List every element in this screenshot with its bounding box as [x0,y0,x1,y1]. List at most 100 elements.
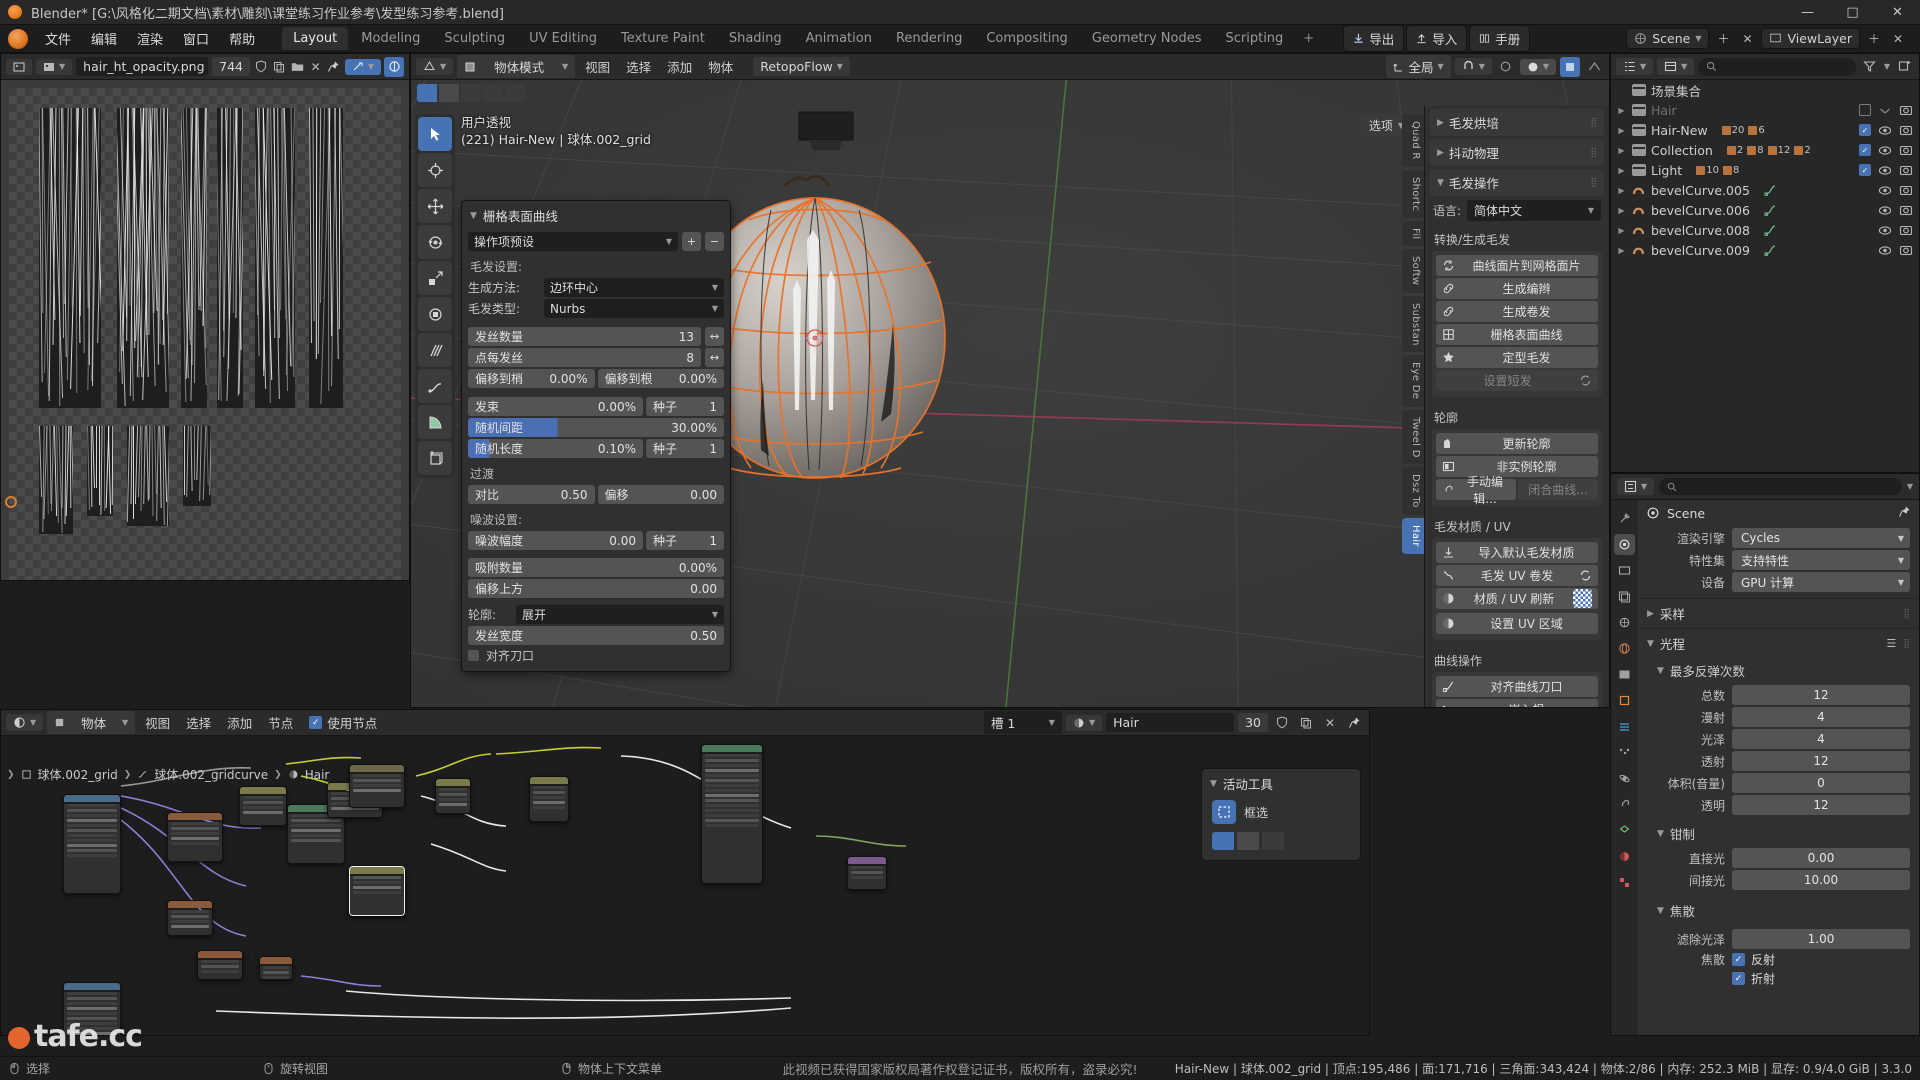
eye-icon[interactable] [1878,225,1892,236]
tool-transform[interactable] [418,297,452,331]
eye-icon[interactable] [1878,165,1892,176]
bounce-field[interactable]: 12 [1732,795,1910,815]
caustics-reflective-toggle[interactable]: ✓ 反射 [1732,951,1910,968]
outliner-checkbox[interactable]: ✓ [1859,164,1871,176]
workspace-tab-scripting[interactable]: Scripting [1214,27,1294,50]
operator-panel-title-row[interactable]: ▼ 栅格表面曲线 [462,201,730,230]
disclosure-triangle-icon[interactable]: ▶ [1617,166,1626,175]
ptab-viewlayer[interactable] [1614,586,1635,607]
viewport-menu-object[interactable]: 物体 [702,55,739,78]
shader-node[interactable] [63,794,121,894]
editor-type-selector-viewport[interactable]: ▼ [416,58,453,75]
npanel-tab-tweeld[interactable]: Tweel D [1402,410,1424,465]
outliner-scene-collection-row[interactable]: 场景集合 [1611,80,1919,100]
strand-width-field[interactable]: 发丝宽度 0.50 [468,626,724,645]
material-browse-button[interactable]: ▼ [1066,715,1102,731]
new-viewlayer-button[interactable]: ＋ [1864,29,1884,49]
transform-orientation-selector[interactable]: 全局 ▼ [1386,55,1451,78]
copy-icon[interactable] [272,57,286,77]
workspace-tab-rendering[interactable]: Rendering [885,27,973,50]
shader-node[interactable] [847,856,887,890]
camera-icon[interactable] [1899,144,1913,156]
unlink-image-button[interactable]: ✕ [309,57,323,77]
editor-type-selector[interactable] [6,59,32,75]
ptab-modifier[interactable] [1614,716,1635,737]
properties-search-input[interactable] [1659,478,1902,495]
tool-rotate[interactable] [418,225,452,259]
ptab-particles[interactable] [1614,742,1635,763]
image-users-count[interactable]: 744 [212,57,250,76]
offset-above-field[interactable]: 偏移上方 0.00 [468,579,724,598]
viewlayer-selector[interactable]: ViewLayer [1761,28,1860,49]
btn-embed-root[interactable]: 嵌入根 [1436,699,1598,707]
menu-render[interactable]: 渲染 [128,26,172,51]
bounce-field[interactable]: 12 [1732,685,1910,705]
ptab-data[interactable] [1614,820,1635,841]
workspace-tab-sculpting[interactable]: Sculpting [433,27,516,50]
npanel-tab-softw[interactable]: Softw [1402,249,1424,292]
proportional-edit-toggle[interactable] [1496,57,1516,77]
node-canvas[interactable]: ❯ 球体.002_grid ❯ 球体.002_gridcurve ❯ Hair [1,736,1369,1035]
align-blade-checkbox[interactable] [468,650,479,661]
btn-shape-hair[interactable]: 定型毛发 [1436,347,1598,368]
tool-cursor[interactable] [418,153,452,187]
workspace-tab-layout[interactable]: Layout [282,27,348,50]
filter-icon[interactable] [1860,57,1880,77]
preset-menu-icon[interactable]: ☰ [1887,637,1897,650]
eye-icon[interactable] [1878,185,1892,196]
btn-manual-edit[interactable]: 手动编辑... [1436,479,1516,500]
snap-toggle[interactable]: ▼ [1455,58,1492,75]
scene-selector[interactable]: Scene ▼ [1626,28,1709,49]
breadcrumb-item-0[interactable]: 球体.002_grid [38,766,118,783]
contrast-field[interactable]: 对比 0.50 [468,485,595,504]
disclosure-triangle-icon[interactable]: ▶ [1617,146,1626,155]
node-menu-node[interactable]: 节点 [262,711,299,734]
caustics-refractive-toggle[interactable]: ✓ 折射 [1732,970,1910,987]
outliner-checkbox[interactable]: ✓ [1859,124,1871,136]
ptab-constraint[interactable] [1614,794,1635,815]
disclosure-triangle-icon[interactable]: ▶ [1617,246,1626,255]
add-workspace-button[interactable]: + [1296,28,1321,49]
outliner-checkbox[interactable]: ✓ [1859,144,1871,156]
display-mode-selector[interactable]: ▼ [1657,58,1694,75]
clamping-subsection[interactable]: ▼ 钳制 [1638,821,1919,846]
select-circle-icon[interactable] [439,84,459,102]
strand-count-animate-icon[interactable]: ↔ [705,327,724,346]
tool-tweak[interactable] [418,117,452,151]
new-collection-button[interactable] [1894,57,1914,77]
eye-icon[interactable] [1878,125,1892,136]
node-menu-view[interactable]: 视图 [139,711,176,734]
npanel-tab-hair[interactable]: Hair [1402,518,1424,554]
disclosure-triangle-icon[interactable]: ▶ [1617,106,1626,115]
workspace-tab-animation[interactable]: Animation [795,27,883,50]
checker-swatch-icon[interactable] [1573,589,1592,608]
offset-field[interactable]: 偏移 0.00 [598,485,725,504]
eye-icon[interactable] [1878,205,1892,216]
workspace-tab-shading[interactable]: Shading [718,27,793,50]
ptab-collection[interactable] [1614,664,1635,685]
disclosure-triangle-icon[interactable]: ▶ [1617,126,1626,135]
outliner-checkbox[interactable] [1859,104,1871,116]
npanel-section-hairops[interactable]: ▼ 毛发操作 ⣿ [1430,169,1604,196]
shader-node-selected[interactable] [349,866,405,916]
shader-type-selector[interactable]: 物体 ▼ [47,711,135,734]
select-subtract-icon[interactable] [1262,832,1284,850]
npanel-tab-dszto[interactable]: Dsz To [1402,467,1424,515]
outliner-row[interactable]: ▶ Hair-New 20 6 ✓ [1611,120,1919,140]
btn-material-uv-refresh[interactable]: 材质 / UV 刷新 [1436,588,1598,609]
breadcrumb-item-1[interactable]: 球体.002_gridcurve [154,766,268,783]
select-new-icon[interactable] [1212,832,1234,850]
random-spacing-slider[interactable]: 随机间距 30.00% [468,418,724,437]
menu-window[interactable]: 窗口 [174,26,218,51]
camera-icon[interactable] [1899,244,1913,256]
breadcrumb-item-2[interactable]: Hair [305,768,330,782]
maximize-button[interactable]: □ [1830,0,1875,25]
shader-node[interactable] [167,900,213,936]
ptab-physics[interactable] [1614,768,1635,789]
unlink-scene-button[interactable]: ✕ [1737,29,1757,49]
disclosure-triangle-icon[interactable]: ▶ [1617,226,1626,235]
operator-preset-dropdown[interactable]: 操作项预设 ▼ [468,232,678,251]
npanel-tab-substan[interactable]: Substan [1402,296,1424,353]
outliner-search-input[interactable] [1698,58,1856,76]
ptab-object[interactable] [1614,690,1635,711]
